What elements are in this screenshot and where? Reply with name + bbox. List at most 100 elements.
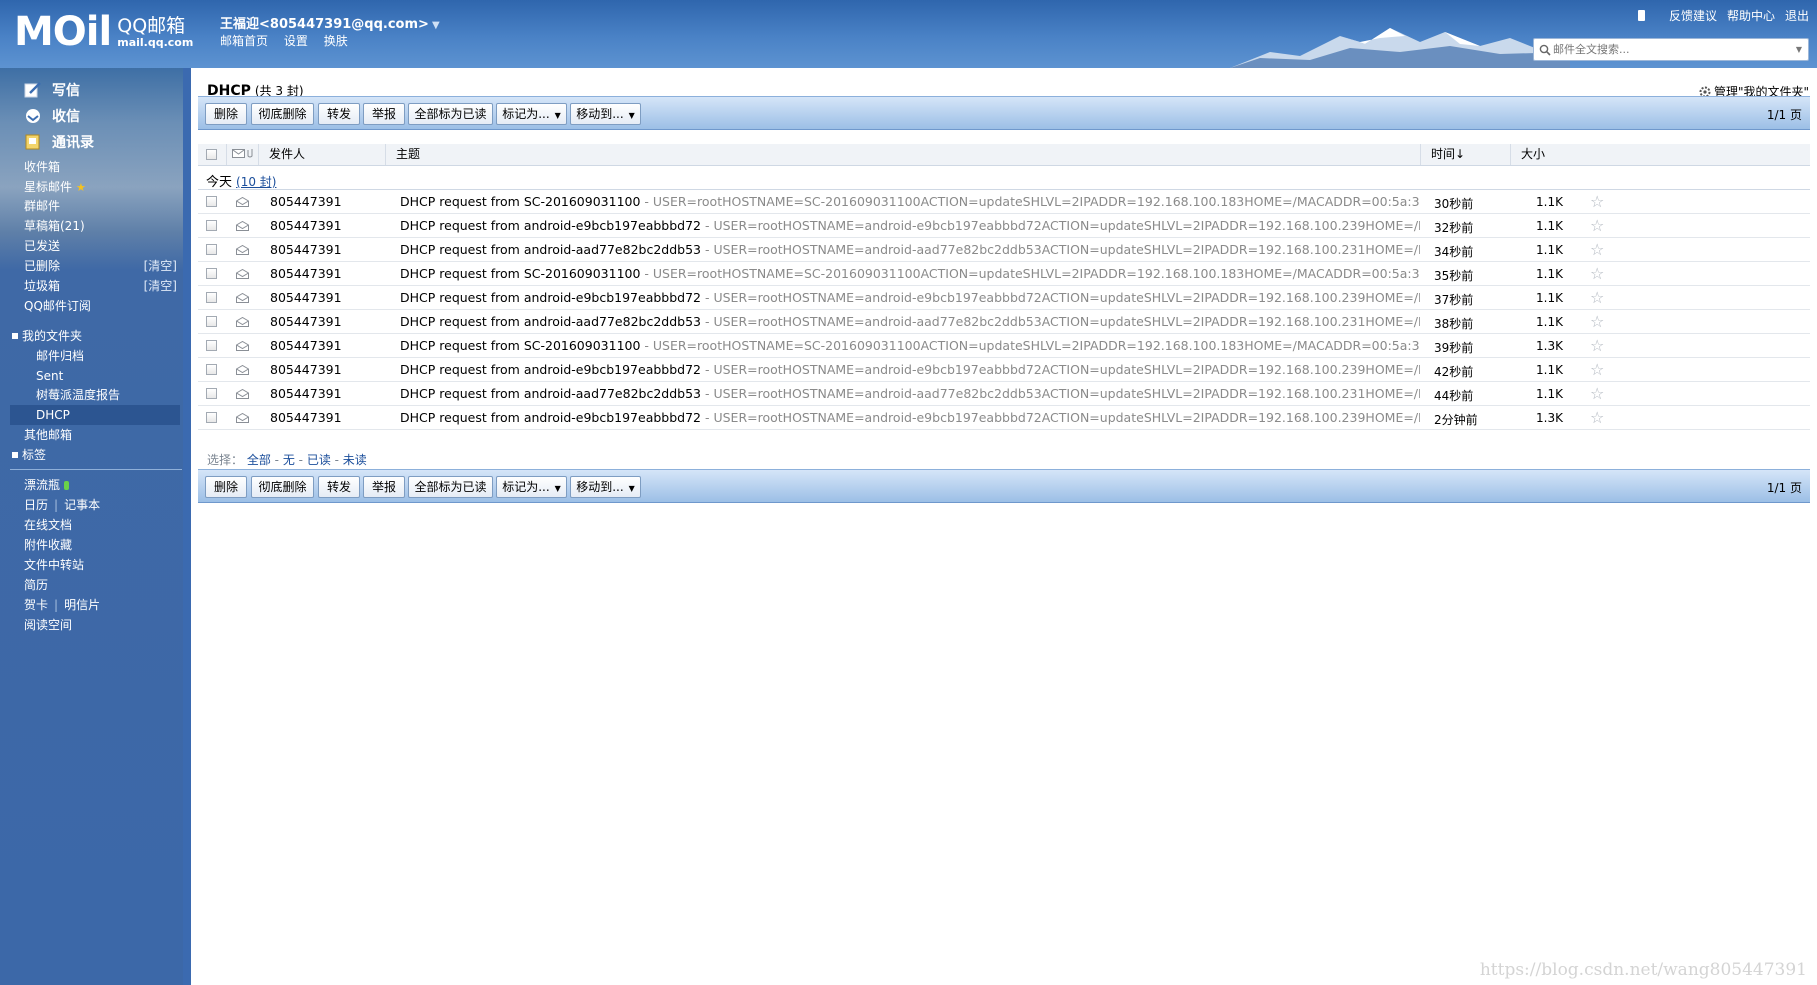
sidebar-item-resume[interactable]: 简历 (24, 575, 182, 595)
mail-subject-line[interactable]: DHCP request from android-aad77e82bc2ddb… (400, 386, 1420, 401)
delete-permanently-button[interactable]: 彻底删除 (251, 476, 314, 498)
column-from[interactable]: 发件人 (258, 144, 385, 165)
star-toggle-icon[interactable]: ☆ (1590, 312, 1604, 331)
mark-all-read-button[interactable]: 全部标为已读 (408, 103, 493, 125)
group-count-link[interactable]: (10 封) (236, 175, 276, 189)
star-toggle-icon[interactable]: ☆ (1590, 192, 1604, 211)
mail-checkbox[interactable] (206, 412, 217, 423)
select-none-link[interactable]: 无 (283, 453, 295, 467)
logout-link[interactable]: 退出 (1785, 7, 1809, 24)
chevron-down-icon[interactable]: ▼ (432, 20, 440, 31)
notebook-link[interactable]: 记事本 (64, 498, 100, 512)
mail-row[interactable]: 805447391 DHCP request from SC-2016090311… (198, 190, 1810, 214)
column-size[interactable]: 大小 (1510, 144, 1590, 165)
select-read-link[interactable]: 已读 (307, 453, 331, 467)
postcard-link[interactable]: 明信片 (64, 598, 100, 612)
star-toggle-icon[interactable]: ☆ (1590, 216, 1604, 235)
move-to-dropdown[interactable]: 移动到... ▼ (570, 476, 641, 498)
select-all-checkbox[interactable] (206, 149, 217, 160)
sidebar-item-attachments[interactable]: 附件收藏 (24, 535, 182, 555)
mail-checkbox[interactable] (206, 196, 217, 207)
sidebar-item-reading-space[interactable]: 阅读空间 (24, 615, 182, 635)
delete-permanently-button[interactable]: 彻底删除 (251, 103, 314, 125)
phone-icon[interactable] (1637, 10, 1645, 21)
mark-all-read-button[interactable]: 全部标为已读 (408, 476, 493, 498)
search-box[interactable]: ▼ (1533, 38, 1809, 61)
mail-subject-line[interactable]: DHCP request from android-e9bcb197eabbbd… (400, 218, 1420, 233)
sidebar-item-deleted[interactable]: 已删除 [清空] (24, 256, 182, 276)
forward-button[interactable]: 转发 (318, 103, 360, 125)
sidebar-item-sent-folder[interactable]: Sent (36, 366, 182, 386)
account-name[interactable]: 王福迎<805447391@qq.com> (220, 17, 429, 32)
mail-checkbox[interactable] (206, 340, 217, 351)
calendar-link[interactable]: 日历 (24, 498, 48, 512)
empty-trash-link[interactable]: [清空] (144, 256, 177, 276)
skin-link[interactable]: 换肤 (324, 34, 348, 48)
sidebar-item-raspberry-report[interactable]: 树莓派温度报告 (36, 385, 182, 405)
star-toggle-icon[interactable]: ☆ (1590, 264, 1604, 283)
column-subject[interactable]: 主题 (385, 144, 1420, 165)
my-folders-toggle[interactable]: 我的文件夹 (12, 326, 82, 346)
mail-checkbox[interactable] (206, 244, 217, 255)
sidebar-item-file-transfer[interactable]: 文件中转站 (24, 555, 182, 575)
mail-subject-line[interactable]: DHCP request from android-e9bcb197eabbbd… (400, 362, 1420, 377)
sidebar-item-sent[interactable]: 已发送 (24, 236, 182, 256)
sidebar-item-other-mailbox[interactable]: 其他邮箱 (24, 425, 182, 445)
star-toggle-icon[interactable]: ☆ (1590, 384, 1604, 403)
mail-row[interactable]: 805447391 DHCP request from android-e9bcb… (198, 286, 1810, 310)
mail-row[interactable]: 805447391 DHCP request from android-aad77… (198, 238, 1810, 262)
star-toggle-icon[interactable]: ☆ (1590, 288, 1604, 307)
sidebar-item-starred[interactable]: 星标邮件 ★ (24, 177, 182, 198)
mail-checkbox[interactable] (206, 364, 217, 375)
mailbox-home-link[interactable]: 邮箱首页 (220, 34, 268, 48)
mail-row[interactable]: 805447391 DHCP request from android-aad77… (198, 382, 1810, 406)
help-link[interactable]: 帮助中心 (1727, 7, 1775, 24)
delete-button[interactable]: 删除 (205, 476, 247, 498)
mail-checkbox[interactable] (206, 292, 217, 303)
greeting-card-link[interactable]: 贺卡 (24, 598, 48, 612)
settings-link[interactable]: 设置 (284, 34, 308, 48)
delete-button[interactable]: 删除 (205, 103, 247, 125)
mail-row[interactable]: 805447391 DHCP request from android-e9bcb… (198, 406, 1810, 430)
mail-subject-line[interactable]: DHCP request from android-aad77e82bc2ddb… (400, 242, 1420, 257)
search-input[interactable] (1551, 40, 1779, 59)
star-toggle-icon[interactable]: ☆ (1590, 360, 1604, 379)
mail-row[interactable]: 805447391 DHCP request from android-aad77… (198, 310, 1810, 334)
sidebar-item-spam[interactable]: 垃圾箱 [清空] (24, 276, 182, 296)
search-icon[interactable] (1539, 44, 1551, 56)
mark-as-dropdown[interactable]: 标记为... ▼ (496, 476, 567, 498)
receive-button[interactable]: 收信 (24, 106, 80, 126)
mail-checkbox[interactable] (206, 268, 217, 279)
account-menu[interactable]: 王福迎<805447391@qq.com> ▼ (220, 13, 440, 32)
compose-button[interactable]: 写信 (24, 80, 80, 100)
tags-toggle[interactable]: 标签 (12, 445, 46, 465)
star-toggle-icon[interactable]: ☆ (1590, 336, 1604, 355)
sidebar-item-drafts[interactable]: 草稿箱(21) (24, 216, 182, 236)
mail-checkbox[interactable] (206, 388, 217, 399)
search-options-chevron-icon[interactable]: ▼ (1796, 45, 1802, 54)
mail-subject-line[interactable]: DHCP request from SC-201609031100 - USER… (400, 266, 1420, 281)
mail-subject-line[interactable]: DHCP request from android-e9bcb197eabbbd… (400, 410, 1420, 425)
forward-button[interactable]: 转发 (318, 476, 360, 498)
feedback-link[interactable]: 反馈建议 (1669, 7, 1717, 24)
sidebar-item-inbox[interactable]: 收件箱 (24, 157, 182, 177)
report-button[interactable]: 举报 (363, 103, 405, 125)
empty-spam-link[interactable]: [清空] (144, 276, 177, 296)
mail-checkbox[interactable] (206, 220, 217, 231)
mail-subject-line[interactable]: DHCP request from SC-201609031100 - USER… (400, 338, 1420, 353)
mail-subject-line[interactable]: DHCP request from SC-201609031100 - USER… (400, 194, 1420, 209)
report-button[interactable]: 举报 (363, 476, 405, 498)
mail-row[interactable]: 805447391 DHCP request from android-e9bcb… (198, 214, 1810, 238)
sidebar-item-subscriptions[interactable]: QQ邮件订阅 (24, 296, 182, 316)
select-all-link[interactable]: 全部 (247, 453, 271, 467)
star-toggle-icon[interactable]: ☆ (1590, 408, 1604, 427)
mail-row[interactable]: 805447391 DHCP request from SC-2016090311… (198, 262, 1810, 286)
sidebar-item-dhcp[interactable]: DHCP (10, 405, 180, 425)
sidebar-item-online-docs[interactable]: 在线文档 (24, 515, 182, 535)
star-toggle-icon[interactable]: ☆ (1590, 240, 1604, 259)
sidebar-item-group-mail[interactable]: 群邮件 (24, 196, 182, 216)
qq-mail-logo[interactable]: MOil QQ邮箱 mail.qq.com (14, 10, 193, 54)
mail-row[interactable]: 805447391 DHCP request from SC-2016090311… (198, 334, 1810, 358)
mail-subject-line[interactable]: DHCP request from android-aad77e82bc2ddb… (400, 314, 1420, 329)
column-time[interactable]: 时间↓ (1420, 144, 1510, 165)
